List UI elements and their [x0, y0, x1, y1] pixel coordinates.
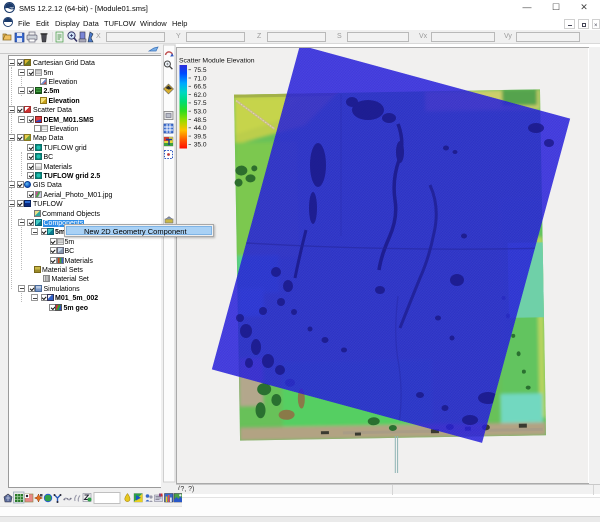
svg-text:53.0: 53.0: [194, 109, 207, 116]
svg-text:71.0: 71.0: [194, 75, 207, 82]
svg-text:57.5: 57.5: [194, 100, 207, 107]
svg-text:62.0: 62.0: [194, 92, 207, 99]
svg-text:48.5: 48.5: [194, 117, 207, 124]
svg-text:66.5: 66.5: [194, 84, 207, 91]
svg-text:35.0: 35.0: [194, 142, 207, 149]
svg-text:Scatter Module Elevation: Scatter Module Elevation: [179, 58, 255, 65]
svg-text:44.0: 44.0: [194, 125, 207, 132]
svg-text:75.5: 75.5: [194, 67, 207, 74]
svg-text:39.5: 39.5: [194, 133, 207, 140]
